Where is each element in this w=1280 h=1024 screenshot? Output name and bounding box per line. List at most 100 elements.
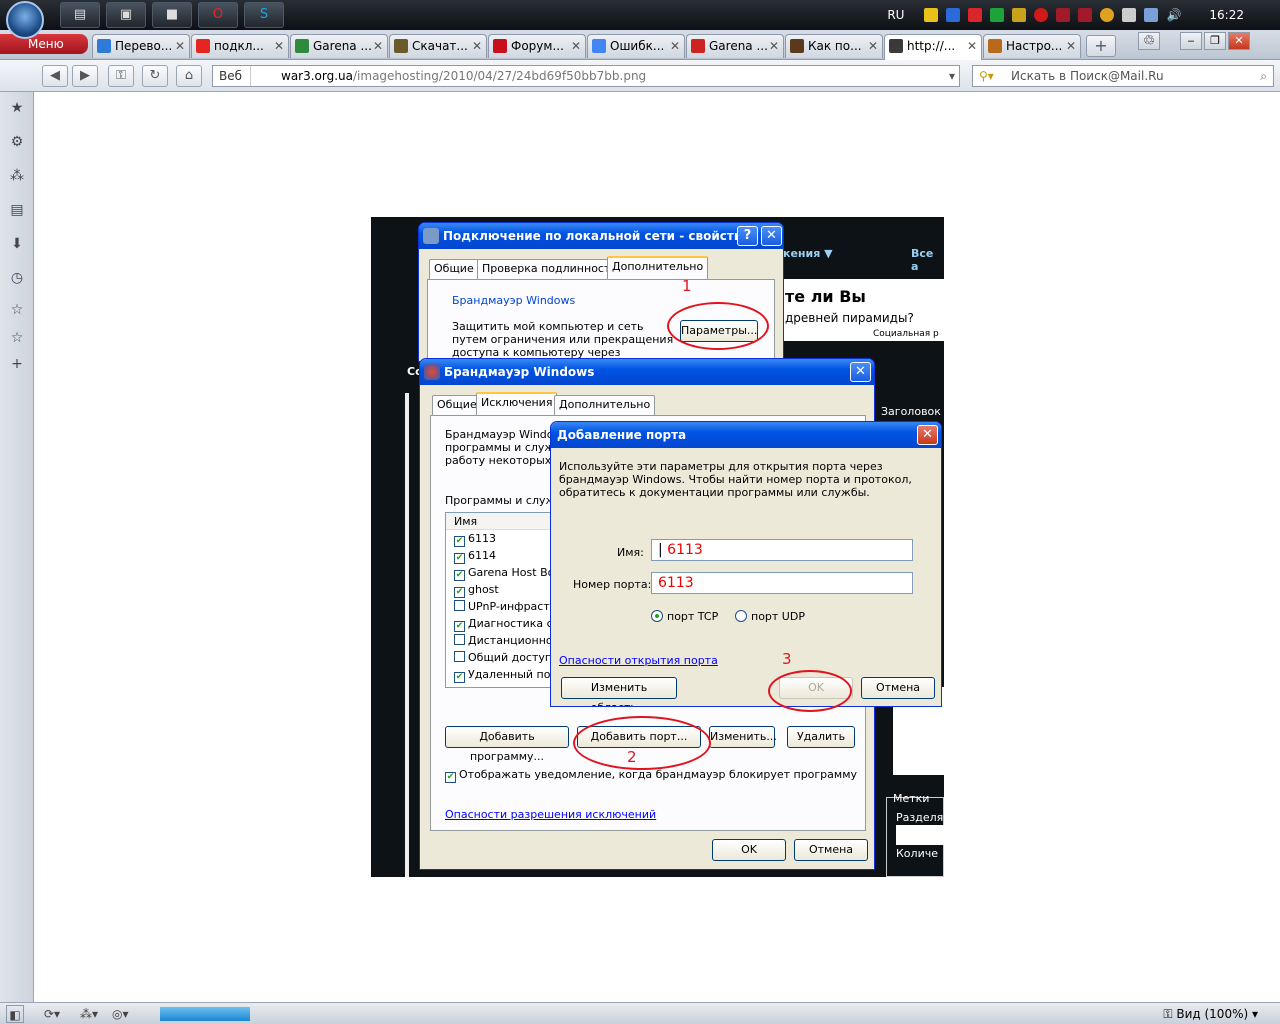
browser-tab[interactable]: Как по... ✕	[785, 34, 883, 58]
close-tab-icon[interactable]: ✕	[1066, 35, 1076, 57]
tray-app-icon[interactable]	[990, 8, 1005, 22]
tray-app-icon[interactable]	[1078, 8, 1093, 22]
tab-general[interactable]: Общие	[429, 259, 479, 279]
zoom-control[interactable]: ⚿ Вид (100%) ▾	[1163, 1005, 1258, 1023]
browser-tab[interactable]: Настро... ✕	[983, 34, 1081, 58]
taskbar-skype-button[interactable]: S	[244, 2, 284, 28]
tray-network-icon[interactable]	[946, 8, 961, 22]
unite-icon[interactable]: ⁂	[9, 168, 25, 184]
close-button[interactable]: ✕	[850, 362, 871, 382]
tray-antivirus-icon[interactable]	[968, 8, 983, 22]
name-field[interactable]: | 6113	[651, 539, 913, 561]
tab-advanced[interactable]: Дополнительно	[554, 395, 656, 415]
udp-radio-row[interactable]: порт UDP	[735, 610, 805, 623]
udp-radio[interactable]	[735, 610, 747, 622]
home-button[interactable]: ⌂	[176, 65, 202, 87]
history-icon[interactable]: ◷	[9, 270, 25, 286]
port-number-field[interactable]: 6113	[651, 572, 913, 594]
taskbar-monitor-button[interactable]: ▣	[106, 2, 146, 28]
tray-app-icon[interactable]	[1056, 8, 1071, 22]
unite-icon[interactable]: ⁂▾	[80, 1005, 98, 1023]
item-checkbox[interactable]: ✔	[454, 621, 465, 632]
edit-button[interactable]: Изменить...	[709, 726, 777, 748]
turbo-icon[interactable]: ◎▾	[112, 1005, 129, 1023]
new-tab-button[interactable]: +	[1086, 35, 1116, 57]
close-window-button[interactable]: ✕	[1228, 32, 1250, 50]
opera-menu-button[interactable]: Меню	[0, 34, 88, 54]
tab-authentication[interactable]: Проверка подлинности	[477, 259, 623, 279]
star-icon[interactable]: ☆	[9, 302, 25, 318]
close-button[interactable]: ✕	[917, 425, 938, 445]
language-indicator[interactable]: RU	[887, 8, 904, 22]
item-checkbox[interactable]: ✔	[454, 553, 465, 564]
tab-advanced[interactable]: Дополнительно	[607, 256, 709, 279]
browser-tab[interactable]: Скачат... ✕	[389, 34, 487, 58]
close-tab-icon[interactable]: ✕	[175, 35, 185, 57]
ok-button[interactable]: OK	[712, 839, 786, 861]
notify-checkbox[interactable]: ✔	[445, 772, 456, 783]
search-field[interactable]: ⚲▾ Искать в Поиск@Mail.Ru ⌕	[972, 65, 1274, 87]
close-tab-icon[interactable]: ✕	[868, 35, 878, 57]
add-panel-icon[interactable]: +	[9, 356, 25, 372]
cancel-button[interactable]: Отмена	[794, 839, 868, 861]
tab-general[interactable]: Общие	[432, 395, 482, 415]
item-checkbox[interactable]: ✔	[454, 570, 465, 581]
browser-tab[interactable]: http://... ✕	[884, 34, 982, 60]
browser-tab[interactable]: Garena ... ✕	[290, 34, 388, 58]
forward-button[interactable]: ▶	[72, 65, 98, 87]
port-risks-link[interactable]: Опасности открытия порта	[559, 654, 718, 667]
close-tab-icon[interactable]: ✕	[967, 35, 977, 57]
add-program-button[interactable]: Добавить программу...	[445, 726, 569, 763]
item-checkbox[interactable]: ✔	[454, 672, 465, 683]
tray-flag-icon[interactable]	[1122, 8, 1137, 22]
clock[interactable]: 16:22	[1209, 8, 1244, 22]
tray-app-icon[interactable]	[1012, 8, 1027, 22]
bookmarks-icon[interactable]: ★	[9, 100, 25, 116]
tcp-radio-row[interactable]: порт TCP	[651, 610, 718, 623]
sync-icon[interactable]: ⟳▾	[44, 1005, 60, 1023]
close-tab-icon[interactable]: ✕	[373, 35, 383, 57]
tab-exceptions[interactable]: Исключения	[476, 392, 558, 415]
browser-tab[interactable]: Форум... ✕	[488, 34, 586, 58]
tray-app-icon[interactable]	[1100, 8, 1115, 22]
search-icon[interactable]: ⌕	[1260, 66, 1267, 86]
key-icon[interactable]: ⚿	[108, 65, 134, 87]
close-tab-icon[interactable]: ✕	[670, 35, 680, 57]
chevron-down-icon[interactable]: ▾	[949, 66, 955, 86]
item-checkbox[interactable]: ✔	[454, 587, 465, 598]
close-tab-icon[interactable]: ✕	[769, 35, 779, 57]
item-checkbox[interactable]: ✔	[454, 536, 465, 547]
taskbar-explorer-button[interactable]: ▤	[60, 2, 100, 28]
panel-toggle-button[interactable]: ◧	[6, 1005, 24, 1023]
exceptions-risks-link[interactable]: Опасности разрешения исключений	[445, 808, 656, 821]
item-checkbox[interactable]	[454, 634, 465, 645]
volume-icon[interactable]: 🔊	[1166, 8, 1181, 22]
tray-app-icon[interactable]	[924, 8, 939, 22]
notify-checkbox-row[interactable]: ✔ Отображать уведомление, когда брандмауэ…	[445, 768, 857, 783]
downloads-icon[interactable]: ⬇	[9, 236, 25, 252]
tray-opera-icon[interactable]	[1034, 8, 1049, 22]
back-button[interactable]: ◀	[42, 65, 68, 87]
close-tab-icon[interactable]: ✕	[571, 35, 581, 57]
browser-tab[interactable]: Garena ... ✕	[686, 34, 784, 58]
trash-icon[interactable]: ♲	[1138, 32, 1160, 50]
star-icon[interactable]: ☆	[9, 330, 25, 346]
search-engine-icon[interactable]: ⚲▾	[979, 66, 994, 86]
close-tab-icon[interactable]: ✕	[274, 35, 284, 57]
delete-button[interactable]: Удалить	[787, 726, 855, 748]
item-checkbox[interactable]	[454, 600, 465, 611]
taskbar-app-button[interactable]: ■	[152, 2, 192, 28]
item-checkbox[interactable]	[454, 651, 465, 662]
reload-button[interactable]: ↻	[142, 65, 168, 87]
gear-icon[interactable]: ⚙	[9, 134, 25, 150]
close-tab-icon[interactable]: ✕	[472, 35, 482, 57]
close-button[interactable]: ✕	[761, 226, 782, 246]
change-scope-button[interactable]: Изменить область...	[561, 677, 677, 706]
tray-network-icon[interactable]	[1144, 8, 1159, 22]
help-button[interactable]: ?	[737, 226, 758, 246]
restore-button[interactable]: ❐	[1204, 32, 1226, 50]
taskbar-opera-button[interactable]: O	[198, 2, 238, 28]
cancel-button[interactable]: Отмена	[861, 677, 935, 699]
start-button[interactable]	[6, 1, 44, 39]
minimize-button[interactable]: ‒	[1180, 32, 1202, 50]
